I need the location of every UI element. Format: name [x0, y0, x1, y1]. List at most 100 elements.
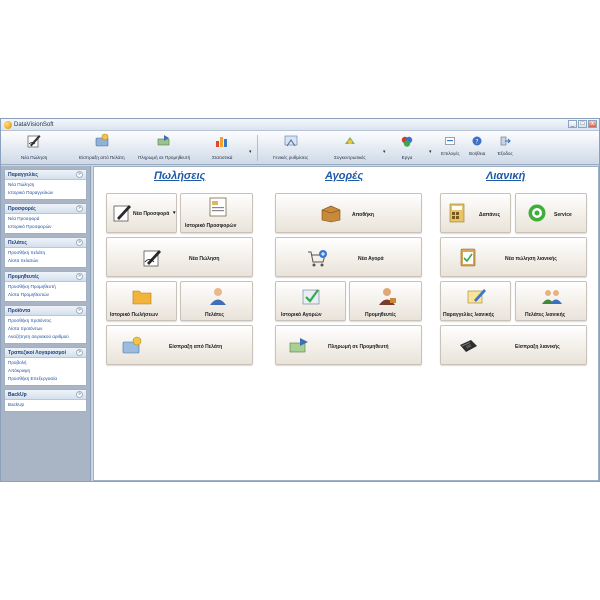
toolbar-summary-button[interactable]: Συγκεντρωτικές [334, 133, 366, 160]
app-window: DataVisionSoft _ □ x Νέα Πώληση Είσπραξη… [0, 118, 600, 482]
retail-collection-button[interactable]: Είσπραξη λιανικής [440, 325, 587, 365]
new-sale-button[interactable]: Νέα Πώληση [106, 237, 253, 277]
chevron-up-icon[interactable]: » [76, 205, 83, 212]
toolbar-projects-button[interactable]: Εργα [399, 133, 415, 160]
gear-icon [526, 203, 548, 223]
payment-icon [121, 336, 143, 356]
customer-icon [207, 286, 229, 306]
toolbar-label: Επιλογές [441, 151, 460, 156]
new-offer-dropdown-arrow[interactable]: ▾ [173, 210, 176, 216]
sidebar-link-new-offer[interactable]: Νέα Προσφορά [8, 215, 86, 223]
toolbar-new-sale-button[interactable]: Νέα Πώληση [21, 133, 47, 160]
toolbar-general-settings-button[interactable]: Γενικές ρυθμίσεις [273, 133, 308, 160]
folder-icon [131, 286, 153, 306]
sidebar-group-title: Τραπεζικοί Λογαριασμοί [8, 350, 66, 356]
suppliers-label: Προμηθευτές [365, 312, 396, 318]
toolbar-customer-collection-button[interactable]: Είσπραξη από Πελάτη [79, 133, 125, 160]
customers-button[interactable]: Πελάτες [180, 281, 253, 321]
customer-collection-label: Είσπραξη από Πελάτη [169, 344, 223, 350]
sidebar-link-offer-history[interactable]: Ιστορικό Προσφορών [8, 223, 86, 231]
toolbar-statistics-button[interactable]: Στατιστικά [212, 133, 232, 160]
expenses-label: Δαπάνες [479, 212, 501, 218]
projects-dropdown-arrow[interactable]: ▾ [429, 149, 432, 155]
minimize-button[interactable]: _ [568, 120, 577, 128]
chevron-up-icon[interactable]: » [76, 307, 83, 314]
sales-history-label: Ιστορικό Πωλήσεων [110, 312, 158, 318]
offer-history-label: Ιστορικό Προσφορών [185, 223, 237, 229]
sidebar-link-add-supplier[interactable]: Προσθήκη Προμηθευτή [8, 283, 86, 291]
new-purchase-label: Νέα Αγορά [358, 256, 384, 262]
sidebar-link-backup[interactable]: BackUp [8, 401, 86, 409]
sidebar-link-customer-list[interactable]: Λίστα πελατών [8, 257, 86, 265]
retail-collection-label: Είσπραξη λιανικής [515, 344, 560, 350]
app-logo-icon [4, 121, 12, 129]
purchase-history-button[interactable]: Ιστορικό Αγορών [275, 281, 346, 321]
close-button[interactable]: x [588, 120, 597, 128]
toolbar-label: Είσπραξη από Πελάτη [79, 155, 125, 160]
service-button[interactable]: Service [515, 193, 587, 233]
sidebar-link-product-list[interactable]: Λίστα προϊόντων [8, 325, 86, 333]
sidebar-link-hide[interactable]: Απόκρυψη [8, 367, 86, 375]
sidebar-link-add-product[interactable]: Προσθήκη προϊόντος [8, 317, 86, 325]
sidebar-group-products: Προϊόντα » Προσθήκη προϊόντος Λίστα προϊό… [4, 305, 87, 344]
order-edit-icon [465, 286, 487, 306]
sales-history-button[interactable]: Ιστορικό Πωλήσεων [106, 281, 177, 321]
toolbar-exit-button[interactable]: Έξοδος [497, 133, 513, 156]
toolbar-supplier-payment-button[interactable]: Πληρωμή σε Προμηθευτή [138, 133, 190, 160]
sidebar-link-view[interactable]: Προβολή [8, 359, 86, 367]
sidebar-link-add-edit[interactable]: Προσθήκη Επεξεργασία [8, 375, 86, 383]
chevron-up-icon[interactable]: » [76, 171, 83, 178]
toolbar-help-button[interactable]: ? Βοήθεια [469, 133, 485, 156]
pen-sign-icon [111, 203, 133, 223]
sidebar-group-customers: Πελάτες » Προσθήκη πελάτη Λίστα πελατών [4, 237, 87, 268]
toolbar-separator [257, 135, 258, 161]
sidebar-group-header[interactable]: Τραπεζικοί Λογαριασμοί » [5, 348, 86, 358]
toolbar-label: Βοήθεια [469, 151, 486, 156]
expenses-button[interactable]: Δαπάνες [440, 193, 511, 233]
new-offer-button[interactable]: Νέα Προσφορά ▾ [106, 193, 177, 233]
chevron-up-icon[interactable]: » [76, 239, 83, 246]
suppliers-button[interactable]: Προμηθευτές [349, 281, 422, 321]
sidebar-link-add-customer[interactable]: Προσθήκη πελάτη [8, 249, 86, 257]
sidebar-group-header[interactable]: Πελάτες » [5, 238, 86, 248]
supplier-payment-button[interactable]: Πληρωμή σε Προμηθευτή [275, 325, 422, 365]
sidebar-group-header[interactable]: Προμηθευτές » [5, 272, 86, 282]
statistics-dropdown-arrow[interactable]: ▾ [249, 149, 252, 155]
toolbar-label: Συγκεντρωτικές [334, 155, 366, 160]
sidebar-group-title: Παραγγελίες [8, 172, 38, 178]
maximize-button[interactable]: □ [578, 120, 587, 128]
warehouse-button[interactable]: Αποθήκη [275, 193, 422, 233]
toolbar-label: Γενικές ρυθμίσεις [273, 155, 309, 160]
sidebar-link-serial-search[interactable]: Αναζήτηση σειριακού αριθμού [8, 333, 86, 341]
projects-icon [399, 133, 415, 149]
toolbar-label: Εργα [401, 155, 413, 160]
chevron-up-icon[interactable]: » [76, 349, 83, 356]
sidebar-group-header[interactable]: Προσφορές » [5, 204, 86, 214]
payment-icon [94, 133, 110, 149]
retail-orders-button[interactable]: Παραγγελίες λιανικής [440, 281, 511, 321]
new-retail-sale-button[interactable]: Νέα πώληση λιανικής [440, 237, 587, 277]
sidebar-link-order-history[interactable]: Ιστορικό Παραγγελιών [8, 189, 86, 197]
sidebar-link-new-sale[interactable]: Νέα Πώληση [8, 181, 86, 189]
chevron-up-icon[interactable]: » [76, 391, 83, 398]
chevron-up-icon[interactable]: » [76, 273, 83, 280]
pen-sign-icon [26, 133, 42, 149]
customer-collection-button[interactable]: Είσπραξη από Πελάτη [106, 325, 253, 365]
offer-history-button[interactable]: Ιστορικό Προσφορών [180, 193, 253, 233]
toolbar-options-button[interactable]: Επιλογές [441, 133, 460, 156]
sidebar-group-header[interactable]: BackUp » [5, 390, 86, 400]
new-offer-label: Νέα Προσφορά [133, 211, 170, 217]
summary-dropdown-arrow[interactable]: ▾ [383, 149, 386, 155]
sidebar-link-supplier-list[interactable]: Λίστα Προμηθευτών [8, 291, 86, 299]
new-purchase-button[interactable]: Νέα Αγορά [275, 237, 422, 277]
sidebar-group-orders: Παραγγελίες » Νέα Πώληση Ιστορικό Παραγγε… [4, 169, 87, 200]
money-transfer-icon [156, 133, 172, 149]
toolbar-label: Πληρωμή σε Προμηθευτή [138, 155, 191, 160]
sidebar-group-title: Πελάτες [8, 240, 27, 246]
sidebar-group-title: Προσφορές [8, 206, 36, 212]
sidebar-group-header[interactable]: Παραγγελίες » [5, 170, 86, 180]
sidebar-group-title: Προϊόντα [8, 308, 31, 314]
retail-customers-button[interactable]: Πελάτες λιανικής [515, 281, 587, 321]
sidebar-group-header[interactable]: Προϊόντα » [5, 306, 86, 316]
sidebar-group-offers: Προσφορές » Νέα Προσφορά Ιστορικό Προσφορ… [4, 203, 87, 234]
